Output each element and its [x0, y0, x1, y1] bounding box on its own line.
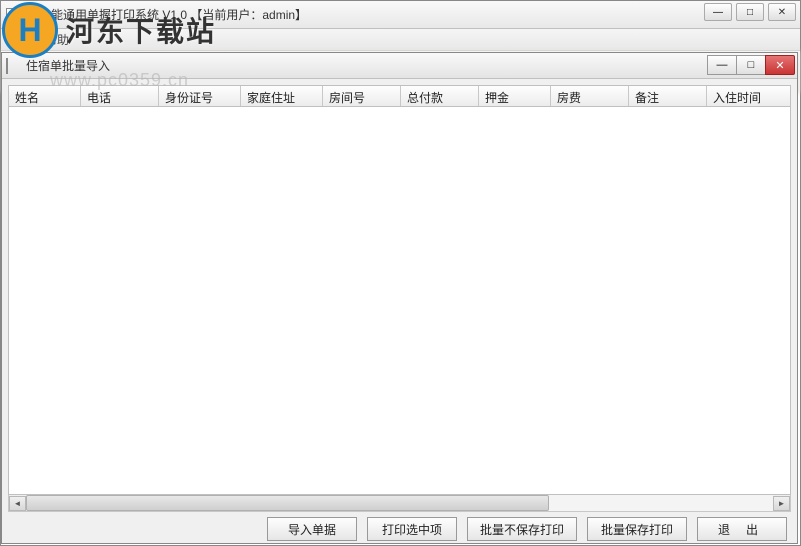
table-header: 姓名 电话 身份证号 家庭住址 房间号 总付款 押金 房费 备注 入住时间 — [8, 85, 791, 107]
menu-system[interactable]: 系统 — [7, 31, 31, 48]
exit-button[interactable]: 退出 — [697, 517, 787, 541]
menu-help[interactable]: 帮助 — [45, 31, 69, 48]
col-address[interactable]: 家庭住址 — [241, 86, 323, 106]
child-window-title: 住宿单批量导入 — [26, 57, 110, 74]
child-window: 住宿单批量导入 — □ ✕ 姓名 电话 身份证号 家庭住址 房间号 总付款 押金… — [1, 52, 798, 544]
col-deposit[interactable]: 押金 — [479, 86, 551, 106]
parent-titlebar[interactable]: 北极能通用单握打印系统 V1.0 【当前用户：admin】 — □ ✕ — [1, 1, 800, 29]
print-selected-button[interactable]: 打印选中项 — [367, 517, 457, 541]
button-bar: 导入单据 打印选中项 批量不保存打印 批量保存打印 退出 — [2, 512, 797, 546]
col-checkin[interactable]: 入住时间 — [707, 86, 790, 106]
batch-nosave-print-button[interactable]: 批量不保存打印 — [467, 517, 577, 541]
child-window-controls: — □ ✕ — [708, 55, 795, 75]
scroll-track[interactable] — [26, 495, 773, 511]
minimize-button[interactable]: — — [704, 3, 732, 21]
menubar: 系统 帮助 — [1, 29, 800, 51]
col-fee[interactable]: 房费 — [551, 86, 629, 106]
child-minimize-button[interactable]: — — [707, 55, 737, 75]
scroll-right-icon[interactable]: ► — [773, 496, 790, 511]
table-body[interactable] — [8, 107, 791, 495]
col-total[interactable]: 总付款 — [401, 86, 479, 106]
child-app-icon — [6, 59, 20, 73]
app-icon — [5, 7, 21, 23]
scroll-left-icon[interactable]: ◄ — [9, 496, 26, 511]
scroll-thumb[interactable] — [26, 495, 549, 511]
col-room[interactable]: 房间号 — [323, 86, 401, 106]
child-maximize-button[interactable]: □ — [736, 55, 766, 75]
close-button[interactable]: ✕ — [768, 3, 796, 21]
parent-window-controls: — □ ✕ — [704, 3, 796, 21]
import-button[interactable]: 导入单据 — [267, 517, 357, 541]
horizontal-scrollbar[interactable]: ◄ ► — [8, 495, 791, 512]
child-titlebar[interactable]: 住宿单批量导入 — □ ✕ — [2, 53, 797, 79]
batch-save-print-button[interactable]: 批量保存打印 — [587, 517, 687, 541]
parent-window-title: 北极能通用单握打印系统 V1.0 【当前用户：admin】 — [27, 6, 307, 23]
col-name[interactable]: 姓名 — [9, 86, 81, 106]
child-close-button[interactable]: ✕ — [765, 55, 795, 75]
col-remark[interactable]: 备注 — [629, 86, 707, 106]
maximize-button[interactable]: □ — [736, 3, 764, 21]
col-idcard[interactable]: 身份证号 — [159, 86, 241, 106]
col-phone[interactable]: 电话 — [81, 86, 159, 106]
